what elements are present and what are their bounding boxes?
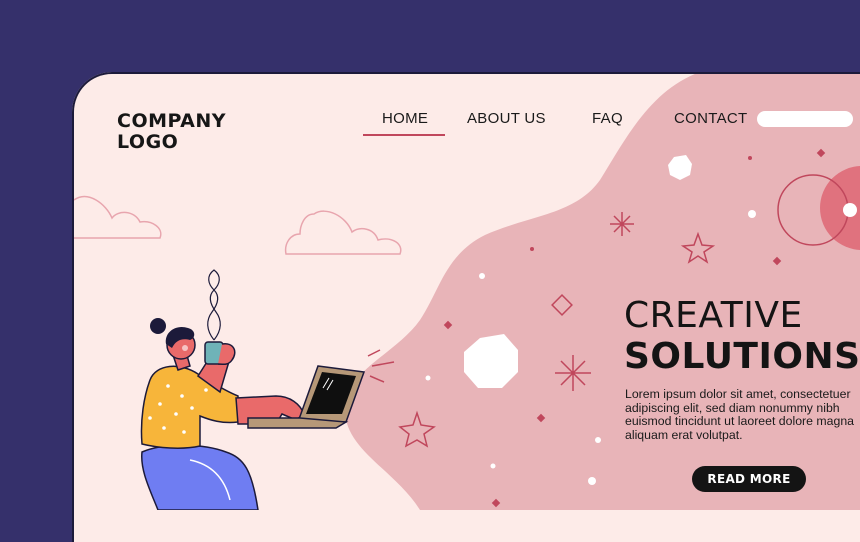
nav-faq[interactable]: FAQ — [592, 110, 623, 127]
cloud-center — [284, 210, 402, 255]
nav-about-us[interactable]: ABOUT US — [467, 110, 546, 127]
hero-body-text: Lorem ipsum dolor sit amet, consectetuer… — [625, 387, 854, 442]
nav-active-indicator — [363, 134, 445, 136]
hero-title: CREATIVE SOLUTIONS — [624, 296, 860, 378]
search-input[interactable] — [757, 111, 853, 127]
logo-line-1: COMPANY — [117, 110, 227, 132]
person-legs — [141, 444, 259, 510]
logo-line-2: LOGO — [117, 131, 179, 153]
cloud-left — [72, 195, 162, 239]
nav-contact[interactable]: CONTACT — [674, 110, 747, 127]
company-logo[interactable]: COMPANY LOGO — [117, 111, 267, 153]
hero-title-line-1: CREATIVE — [624, 295, 803, 336]
steam-icon — [207, 269, 221, 341]
read-more-button[interactable]: READ MORE — [692, 466, 806, 492]
pink-blob — [345, 72, 860, 510]
nav-home[interactable]: HOME — [382, 110, 428, 127]
hero-title-line-2: SOLUTIONS — [624, 336, 860, 377]
